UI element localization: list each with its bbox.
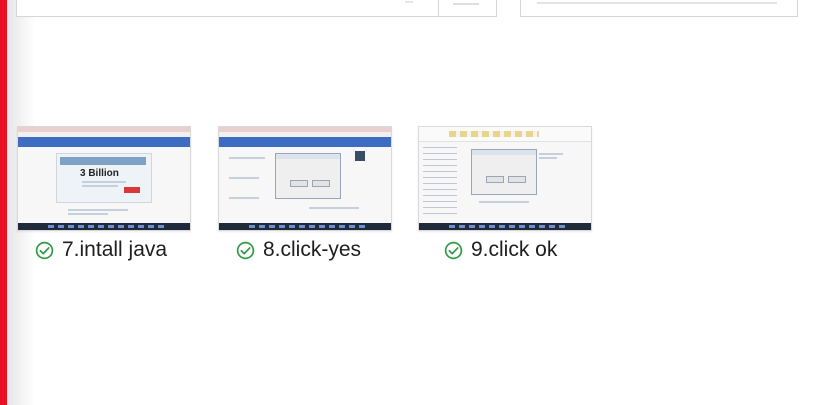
address-bar-button[interactable]	[438, 0, 497, 17]
file-label[interactable]: 7.intall java	[35, 236, 167, 264]
check-circle-icon	[35, 241, 54, 259]
thumbnail-banner-text: 3 Billion	[80, 168, 119, 179]
file-name: 9.click ok	[471, 238, 558, 261]
file-label[interactable]: 9.click ok	[444, 236, 557, 264]
address-bar[interactable]	[16, 0, 439, 17]
file-name: 8.click-yes	[263, 238, 362, 261]
file-thumbnail[interactable]	[218, 126, 392, 231]
file-thumbnail[interactable]: 3 Billion	[17, 126, 191, 231]
file-label[interactable]: 8.click-yes	[236, 236, 361, 264]
check-circle-icon	[236, 241, 255, 259]
selection-indicator-bar	[0, 0, 7, 405]
check-circle-icon	[444, 241, 463, 259]
file-thumbnail[interactable]	[418, 126, 592, 231]
file-name: 7.intall java	[62, 238, 168, 261]
search-box[interactable]	[520, 0, 798, 17]
